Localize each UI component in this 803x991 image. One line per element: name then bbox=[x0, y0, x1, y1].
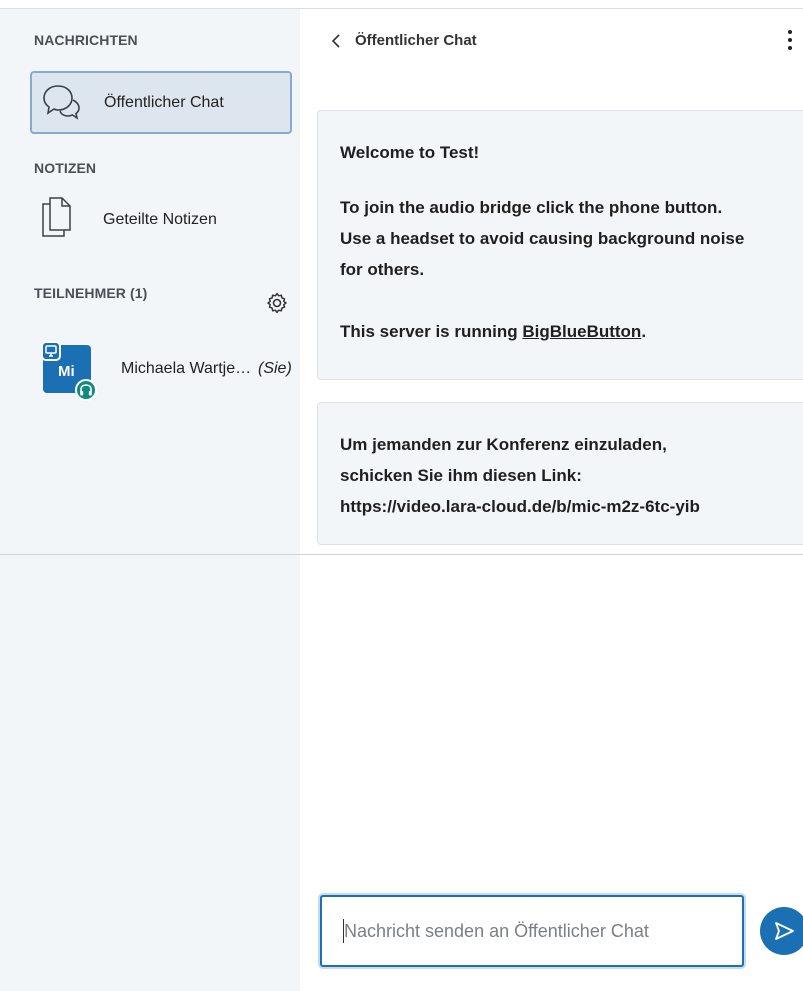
user-name: Michaela Wartje… bbox=[121, 360, 252, 377]
welcome-title: Welcome to Test! bbox=[340, 143, 480, 162]
chevron-left-icon[interactable] bbox=[330, 32, 342, 50]
bigbluebutton-link[interactable]: BigBlueButton bbox=[522, 322, 641, 341]
invite-link: https://video.lara-cloud.de/b/mic-m2z-6t… bbox=[340, 497, 700, 516]
server-suffix: . bbox=[641, 322, 647, 341]
server-info: This server is running BigBlueButton. bbox=[340, 316, 803, 347]
kebab-menu-icon[interactable] bbox=[786, 30, 794, 54]
notes-section-title: NOTIZEN bbox=[34, 160, 97, 176]
server-prefix: This server is running bbox=[340, 322, 518, 341]
welcome-message: Welcome to Test! To join the audio bridg… bbox=[317, 110, 803, 380]
chat-header-title[interactable]: Öffentlicher Chat bbox=[355, 32, 477, 49]
invite-line: Um jemanden zur Konferenz einzuladen, bbox=[340, 435, 667, 454]
send-button[interactable] bbox=[760, 907, 803, 955]
presenter-monitor-icon bbox=[41, 341, 61, 361]
messages-section-title: NACHRICHTEN bbox=[34, 32, 138, 48]
welcome-line: To join the audio bridge click the phone… bbox=[340, 198, 723, 217]
gear-icon[interactable] bbox=[265, 291, 289, 315]
message-input[interactable] bbox=[344, 917, 734, 945]
avatar: Mi bbox=[41, 341, 97, 401]
chat-bubbles-icon bbox=[43, 85, 80, 120]
participants-section-title: TEILNEHMER (1) bbox=[34, 285, 148, 301]
you-label: (Sie) bbox=[258, 360, 292, 377]
public-chat-item[interactable]: Öffentlicher Chat bbox=[30, 71, 292, 134]
avatar-initials: Mi bbox=[58, 363, 75, 380]
welcome-line: Use a headset to avoid causing backgroun… bbox=[340, 229, 745, 248]
app-window: NACHRICHTEN Öffentlicher Chat NOTIZEN Ge… bbox=[0, 0, 803, 991]
send-arrow-icon bbox=[775, 922, 794, 940]
shared-notes-label: Geteilte Notizen bbox=[103, 211, 217, 228]
public-chat-label: Öffentlicher Chat bbox=[104, 94, 224, 111]
user-list-sidebar: NACHRICHTEN Öffentlicher Chat NOTIZEN Ge… bbox=[0, 9, 300, 991]
user-list-item[interactable]: Mi Michaela Wartje… (Sie) bbox=[40, 339, 296, 403]
invite-line: schicken Sie ihm diesen Link: bbox=[340, 466, 582, 485]
shared-notes-item[interactable]: Geteilte Notizen bbox=[30, 194, 292, 244]
message-input-box[interactable] bbox=[320, 895, 744, 967]
document-copy-icon bbox=[42, 197, 71, 237]
welcome-line: for others. bbox=[340, 260, 425, 279]
divider bbox=[0, 554, 803, 555]
headphones-icon bbox=[75, 379, 97, 401]
invite-message: Um jemanden zur Konferenz einzuladen, sc… bbox=[317, 402, 803, 545]
